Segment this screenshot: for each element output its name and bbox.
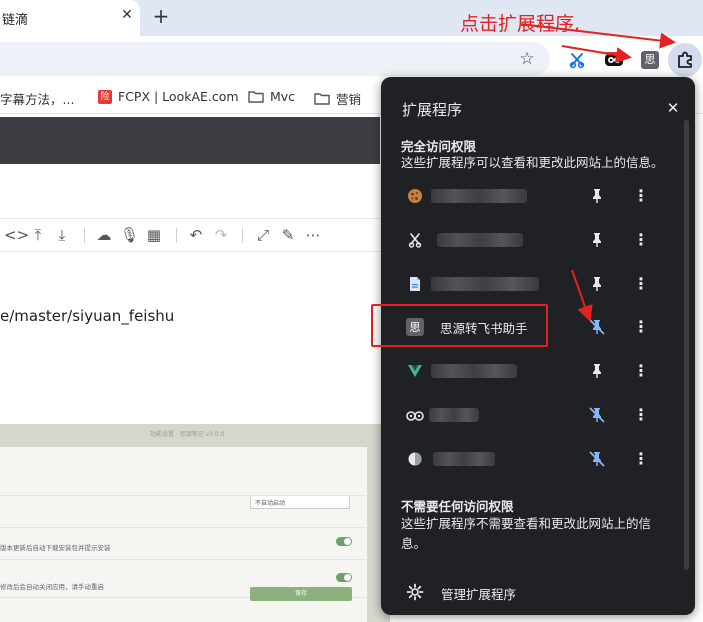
no-access-desc: 这些扩展程序不需要查看和更改此网站上的信息。 — [401, 516, 652, 551]
unpinned-icon[interactable] — [587, 405, 607, 425]
more-vert-icon[interactable]: ⋮ — [633, 186, 649, 206]
pin-icon[interactable] — [587, 274, 607, 294]
more-vert-icon[interactable]: ⋮ — [633, 274, 649, 294]
microphone-icon[interactable]: 🎙︎ — [120, 226, 139, 244]
blurred-name — [431, 277, 539, 291]
fullscreen-icon[interactable]: ⤢ — [254, 226, 272, 244]
undo-icon[interactable]: ↶ — [187, 226, 205, 244]
divider — [0, 527, 368, 528]
pin-icon[interactable] — [587, 230, 607, 250]
page-header-bar — [0, 117, 380, 164]
blurred-name — [431, 189, 527, 203]
embedded-row-text: 修改后会自动关闭应用，请手动重启 — [0, 583, 104, 591]
pin-icon[interactable] — [587, 361, 607, 381]
bookmark-star-icon[interactable]: ☆ — [517, 49, 537, 69]
toolbar-separator — [242, 228, 243, 243]
edit-icon[interactable]: ✎ — [279, 226, 297, 244]
highlight-box — [371, 304, 548, 347]
globe-icon — [406, 450, 424, 468]
popup-scrollbar[interactable] — [684, 120, 689, 570]
extension-eyes-icon[interactable] — [603, 49, 625, 71]
pin-icon[interactable] — [587, 186, 607, 206]
scissors-icon — [406, 231, 424, 249]
blurred-name — [429, 408, 479, 422]
more-vert-icon[interactable]: ⋮ — [633, 230, 649, 250]
toolbar-separator — [176, 228, 177, 243]
extension-row[interactable]: ⋮ — [381, 218, 681, 262]
puzzle-icon — [678, 51, 692, 68]
download-icon[interactable]: ⤓ — [53, 226, 71, 244]
extension-row[interactable]: ⋮ — [381, 393, 681, 437]
web-clipper-scissors-icon[interactable] — [566, 49, 588, 71]
tab-title: 链滴 — [2, 13, 29, 28]
embedded-screenshot: 功能设置 · 思源笔记 v3.0.0 不自动启动 版本更新后自动下载安装包并提示… — [0, 424, 390, 622]
unpinned-icon[interactable] — [587, 317, 607, 337]
vue-icon — [406, 362, 424, 380]
bookmark-item[interactable]: 险 FCPX | LookAE.com — [98, 89, 239, 104]
code-icon[interactable]: <> — [4, 226, 29, 244]
full-access-desc: 这些扩展程序可以查看和更改此网站上的信息。 — [401, 155, 664, 170]
more-vert-icon[interactable]: ⋮ — [633, 317, 649, 337]
table-icon[interactable]: ▦ — [145, 226, 163, 244]
more-vert-icon[interactable]: ⋮ — [633, 405, 649, 425]
address-bar[interactable] — [0, 42, 550, 76]
divider — [0, 495, 368, 496]
divider — [0, 559, 368, 560]
new-tab-button[interactable]: + — [150, 5, 172, 27]
embedded-save-button: 保存 — [250, 587, 352, 601]
embedded-row-text: 版本更新后自动下载安装包并提示安装 — [0, 544, 111, 552]
manage-extensions-item[interactable]: 管理扩展程序 — [381, 571, 681, 613]
blurred-name — [437, 233, 523, 247]
bookmark-folder[interactable]: 营销 — [314, 89, 361, 108]
gear-icon — [406, 583, 424, 601]
popup-close-icon[interactable]: ✕ — [663, 98, 683, 118]
owl-icon — [406, 406, 424, 424]
embedded-toggle — [336, 537, 352, 546]
blurred-name — [433, 452, 495, 466]
embedded-toggle — [336, 573, 352, 582]
toolbar-separator — [84, 228, 85, 243]
unpinned-icon[interactable] — [587, 449, 607, 469]
more-icon[interactable]: ⋯ — [304, 226, 322, 244]
embedded-settings-panel: 不自动启动 版本更新后自动下载安装包并提示安装 修改后会自动关闭应用，请手动重启… — [0, 447, 368, 622]
more-vert-icon[interactable]: ⋮ — [633, 361, 649, 381]
redo-icon[interactable]: ↷ — [212, 226, 230, 244]
doc-icon — [406, 275, 424, 293]
cloud-upload-icon[interactable]: ☁ — [95, 226, 113, 244]
blurred-name — [431, 364, 517, 378]
browser-toolbar — [0, 36, 703, 80]
no-access-title: 不需要任何访问权限 — [401, 499, 514, 514]
popup-title: 扩展程序 — [402, 101, 463, 119]
page-url-text: e/master/siyuan_feishu — [0, 307, 175, 325]
extension-row[interactable]: ⋮ — [381, 174, 681, 218]
annotation-text: 点击扩展程序, — [460, 13, 581, 35]
manage-extensions-label: 管理扩展程序 — [441, 587, 517, 602]
lookae-icon: 险 — [98, 89, 112, 104]
tab-close-icon[interactable]: ✕ — [119, 7, 135, 23]
bookmark-item[interactable]: 字幕方法，... — [0, 89, 74, 108]
active-tab[interactable]: 链滴 ✕ — [0, 0, 140, 36]
more-vert-icon[interactable]: ⋮ — [633, 449, 649, 469]
extension-row[interactable]: ⋮ — [381, 262, 681, 306]
si-extension-icon[interactable]: 思 — [639, 49, 661, 71]
extension-row[interactable]: ⋮ — [381, 437, 681, 481]
tab-strip: 链滴 ✕ + — [0, 0, 703, 36]
folder-icon — [314, 93, 330, 105]
embedded-title: 功能设置 · 思源笔记 v3.0.0 — [150, 431, 225, 438]
extensions-puzzle-button[interactable] — [668, 43, 702, 77]
bookmark-folder[interactable]: Mvc — [248, 89, 295, 104]
extension-row[interactable]: ⋮ — [381, 349, 681, 393]
folder-icon — [248, 91, 264, 103]
embedded-select: 不自动启动 — [250, 495, 350, 509]
upload-top-icon[interactable]: ⤒ — [29, 226, 47, 244]
cookie-icon — [406, 187, 424, 205]
